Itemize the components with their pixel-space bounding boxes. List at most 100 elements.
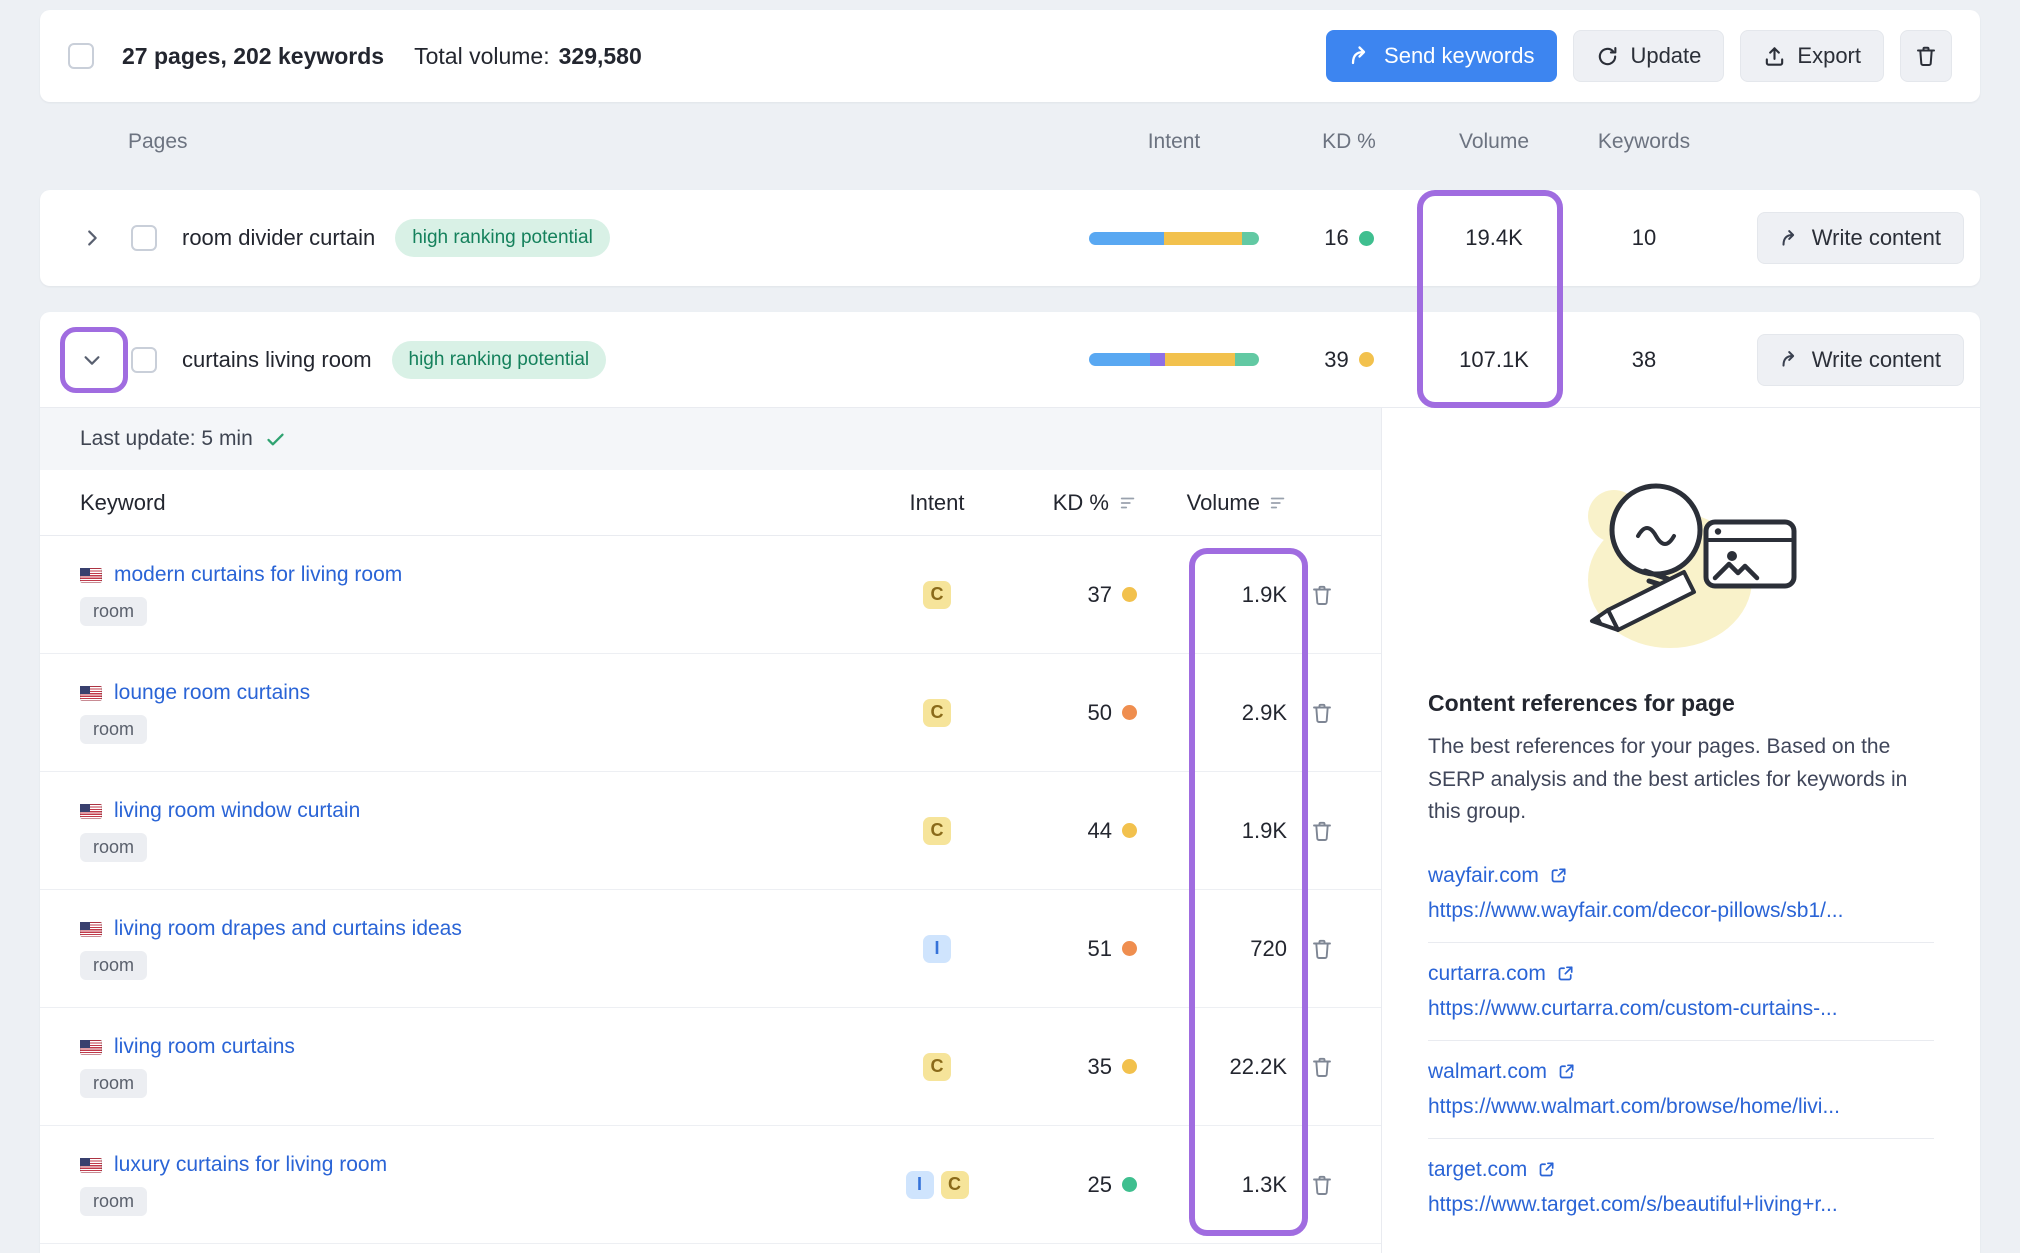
keyword-link[interactable]: lounge room curtains <box>114 681 310 705</box>
keyword-tag: room <box>80 951 147 980</box>
write-content-button[interactable]: Write content <box>1757 212 1964 264</box>
keyword-row: living room drapes and curtains ideas ro… <box>40 890 1381 1008</box>
keyword-link[interactable]: living room drapes and curtains ideas <box>114 917 462 941</box>
export-label: Export <box>1797 43 1861 69</box>
trash-icon[interactable] <box>1310 1055 1334 1079</box>
keyword-link[interactable]: living room curtains <box>114 1035 295 1059</box>
keyword-link[interactable]: living room window curtain <box>114 799 360 823</box>
sort-icon[interactable] <box>1119 494 1137 512</box>
trash-icon[interactable] <box>1310 701 1334 725</box>
external-link-icon[interactable] <box>1556 964 1575 983</box>
table-columns-header: Pages Intent KD % Volume Keywords <box>40 120 1980 164</box>
keyword-link[interactable]: modern curtains for living room <box>114 563 402 587</box>
external-link-icon[interactable] <box>1537 1160 1556 1179</box>
intent-bar <box>1089 232 1259 245</box>
trash-icon[interactable] <box>1310 1173 1334 1197</box>
column-kd: KD % <box>1284 130 1414 154</box>
trash-icon[interactable] <box>1310 937 1334 961</box>
reference-domain-link[interactable]: curtarra.com <box>1428 962 1546 986</box>
kd-value: 50 <box>1088 700 1112 726</box>
external-link-icon[interactable] <box>1557 1062 1576 1081</box>
reference-item: target.com https://www.target.com/s/beau… <box>1428 1139 1934 1236</box>
write-content-arrow-icon <box>1780 228 1801 249</box>
last-update-bar: Last update: 5 min <box>40 408 1381 470</box>
intent-badge-c: C <box>923 817 951 845</box>
write-content-label: Write content <box>1812 225 1941 251</box>
check-icon <box>265 429 286 450</box>
reference-item: wayfair.com https://www.wayfair.com/deco… <box>1428 845 1934 943</box>
keyword-link[interactable]: luxury curtains for living room <box>114 1153 387 1177</box>
write-content-button[interactable]: Write content <box>1757 334 1964 386</box>
row-checkbox[interactable] <box>131 225 157 251</box>
references-description: The best references for your pages. Base… <box>1428 731 1934 829</box>
reference-url: https://www.curtarra.com/custom-curtains… <box>1428 997 1934 1021</box>
page-name: room divider curtain <box>182 225 375 251</box>
volume-value: 107.1K <box>1414 347 1574 373</box>
kd-dot <box>1359 231 1374 246</box>
send-keywords-button[interactable]: Send keywords <box>1326 30 1557 82</box>
content-references-panel: Content references for page The best ref… <box>1381 408 1980 1253</box>
trash-icon[interactable] <box>1310 583 1334 607</box>
references-title: Content references for page <box>1428 690 1934 717</box>
total-volume-label: Total volume: <box>414 43 550 70</box>
export-icon <box>1763 45 1786 68</box>
kd-dot <box>1122 587 1137 602</box>
intent-badge-c: C <box>941 1171 969 1199</box>
select-all-checkbox[interactable] <box>68 43 94 69</box>
kd-value: 39 <box>1324 347 1348 373</box>
update-button[interactable]: Update <box>1573 30 1724 82</box>
reference-url: https://www.target.com/s/beautiful+livin… <box>1428 1193 1934 1217</box>
reference-url: https://www.wayfair.com/decor-pillows/sb… <box>1428 899 1934 923</box>
keyword-rows: modern curtains for living room room C 3… <box>40 536 1381 1244</box>
last-update-text: Last update: 5 min <box>80 427 253 451</box>
keyword-tag: room <box>80 1069 147 1098</box>
kd-dot <box>1359 352 1374 367</box>
column-intent: Intent <box>877 490 997 516</box>
keywords-count: 10 <box>1574 225 1714 251</box>
reference-domain-link[interactable]: target.com <box>1428 1158 1527 1182</box>
us-flag-icon <box>80 804 102 819</box>
page-row-curtains-living-room-expanded: curtains living room high ranking potent… <box>40 312 1980 1253</box>
keyword-tag: room <box>80 597 147 626</box>
column-kd: KD % <box>1053 490 1109 516</box>
trash-icon[interactable] <box>1310 819 1334 843</box>
intent-badge-c: C <box>923 699 951 727</box>
row-checkbox[interactable] <box>131 347 157 373</box>
trash-icon <box>1914 44 1938 68</box>
kd-dot <box>1122 941 1137 956</box>
keyword-row: modern curtains for living room room C 3… <box>40 536 1381 654</box>
export-button[interactable]: Export <box>1740 30 1884 82</box>
send-keywords-label: Send keywords <box>1384 43 1534 69</box>
chevron-right-icon[interactable] <box>70 227 114 249</box>
reference-url: https://www.walmart.com/browse/home/livi… <box>1428 1095 1934 1119</box>
chevron-down-icon[interactable] <box>70 349 114 371</box>
ranking-potential-badge: high ranking potential <box>392 341 607 379</box>
kd-dot <box>1122 1059 1137 1074</box>
reference-item: walmart.com https://www.walmart.com/brow… <box>1428 1041 1934 1139</box>
keyword-tag: room <box>80 715 147 744</box>
intent-badges: C <box>877 817 997 845</box>
keyword-table-panel: Last update: 5 min Keyword Intent KD % V… <box>40 408 1381 1253</box>
kd-value: 51 <box>1088 936 1112 962</box>
intent-badge-c: C <box>923 1053 951 1081</box>
keyword-row: living room curtains room C 35 22.2K <box>40 1008 1381 1126</box>
column-volume: Volume <box>1187 490 1260 516</box>
sort-icon[interactable] <box>1269 494 1287 512</box>
us-flag-icon <box>80 1158 102 1173</box>
intent-bar <box>1089 353 1259 366</box>
volume-value: 720 <box>1137 936 1287 962</box>
intent-badges: C <box>877 581 997 609</box>
intent-badges: I <box>877 935 997 963</box>
keywords-count: 38 <box>1574 347 1714 373</box>
reference-domain-link[interactable]: walmart.com <box>1428 1060 1547 1084</box>
intent-badge-c: C <box>923 581 951 609</box>
selection-summary: 27 pages, 202 keywords <box>122 43 384 70</box>
refresh-icon <box>1596 45 1619 68</box>
external-link-icon[interactable] <box>1549 866 1568 885</box>
volume-value: 1.3K <box>1137 1172 1287 1198</box>
keyword-tag: room <box>80 833 147 862</box>
column-keyword: Keyword <box>80 490 877 516</box>
write-content-label: Write content <box>1812 347 1941 373</box>
delete-button[interactable] <box>1900 30 1952 82</box>
reference-domain-link[interactable]: wayfair.com <box>1428 864 1539 888</box>
